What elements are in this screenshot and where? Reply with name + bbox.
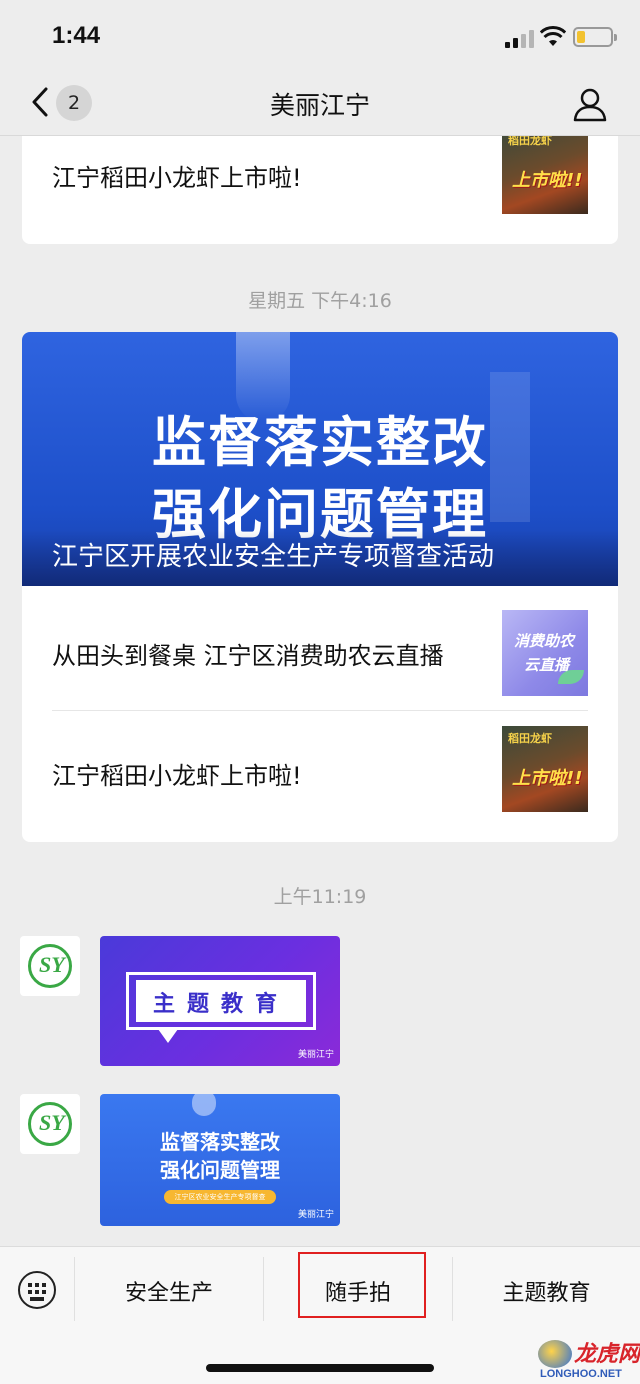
article-card[interactable]: 江宁稻田小龙虾上市啦! 稻田龙虾 上市啦!! — [22, 136, 618, 244]
image-watermark: 美丽江宁 — [297, 1050, 334, 1060]
cover-banner[interactable]: 监督落实整改 强化问题管理 江宁区开展农业安全生产专项督查活动 — [22, 332, 618, 586]
status-time: 1:44 — [52, 22, 101, 49]
cellular-signal-icon — [505, 30, 535, 48]
home-indicator[interactable] — [206, 1364, 434, 1372]
menu-item-safety-production[interactable]: 安全生产 — [75, 1275, 263, 1307]
image-message-text: 强化问题管理 — [160, 1158, 280, 1182]
image-message[interactable]: 监督落实整改 强化问题管理 江宁区农业安全生产专项督查 美丽江宁 — [100, 1094, 340, 1226]
wifi-icon — [540, 26, 566, 46]
account-avatar[interactable]: SY — [20, 1094, 80, 1154]
image-message-text: 主题教育 — [152, 992, 289, 1017]
message-timestamp: 上午11:19 — [273, 886, 367, 908]
menu-item-theme-education[interactable]: 主题教育 — [453, 1275, 640, 1307]
image-watermark: 美丽江宁 — [297, 1210, 334, 1220]
banner-headline: 监督落实整改 — [152, 411, 488, 474]
status-bar: 1:44 — [0, 0, 640, 72]
account-avatar[interactable]: SY — [20, 936, 80, 996]
article-title: 江宁稻田小龙虾上市啦! — [52, 762, 302, 790]
image-message-text: 监督落实整改 — [160, 1130, 280, 1154]
article-card[interactable]: 监督落实整改 强化问题管理 江宁区开展农业安全生产专项督查活动 从田头到餐桌 江… — [22, 332, 618, 842]
site-watermark-logo: 龙虎网 LONGHOO.NET — [538, 1340, 640, 1380]
image-message[interactable]: 主题教育 美丽江宁 — [100, 936, 340, 1066]
article-item[interactable]: 从田头到餐桌 江宁区消费助农云直播 消费助农 云直播 — [22, 586, 618, 710]
crayfish-thumbnail: 稻田龙虾 上市啦!! — [502, 726, 588, 812]
keyboard-toggle-icon[interactable] — [18, 1271, 56, 1309]
crayfish-thumbnail: 稻田龙虾 上市啦!! — [502, 136, 588, 214]
nav-bar: 2 美丽江宁 — [0, 72, 640, 136]
article-item[interactable]: 江宁稻田小龙虾上市啦! 稻田龙虾 上市啦!! — [22, 136, 618, 244]
dragon-logo-icon — [538, 1340, 572, 1368]
image-message-pill: 江宁区农业安全生产专项督查 — [164, 1190, 276, 1204]
message-timestamp: 星期五 下午4:16 — [248, 290, 392, 312]
article-title: 从田头到餐桌 江宁区消费助农云直播 — [52, 642, 444, 670]
article-title: 江宁稻田小龙虾上市啦! — [52, 164, 302, 192]
article-item[interactable]: 江宁稻田小龙虾上市啦! 稻田龙虾 上市啦!! — [22, 710, 618, 842]
livestream-thumbnail: 消费助农 云直播 — [502, 610, 588, 696]
cover-article-title: 江宁区开展农业安全生产专项督查活动 — [52, 542, 495, 572]
page-title: 美丽江宁 — [269, 91, 370, 120]
battery-icon — [573, 27, 617, 47]
selected-menu-highlight — [298, 1252, 426, 1318]
profile-icon[interactable] — [572, 86, 608, 122]
